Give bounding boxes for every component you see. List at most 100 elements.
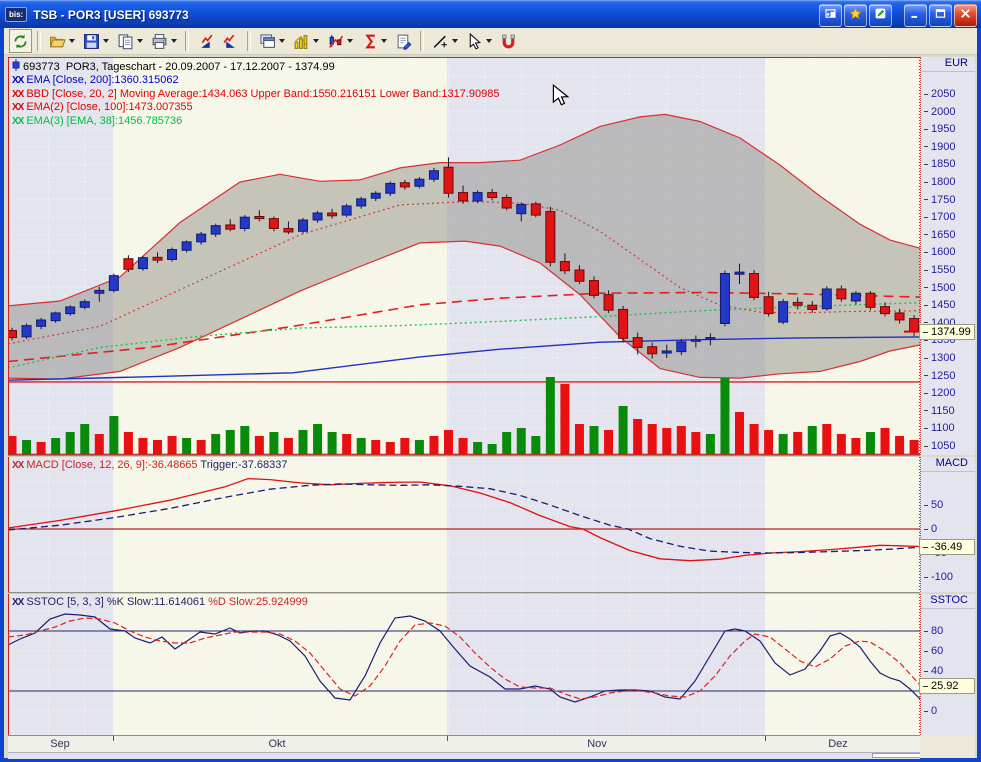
candlestick	[763, 296, 774, 315]
tick-dash	[923, 331, 928, 333]
candlestick	[137, 257, 148, 270]
dropdown-arrow-icon[interactable]	[347, 39, 353, 43]
toolbar-separator	[185, 31, 189, 51]
pointer-button[interactable]	[463, 29, 495, 53]
candlestick	[268, 218, 279, 229]
candlestick	[690, 339, 701, 342]
dock-window-button[interactable]	[819, 4, 842, 27]
candlestick	[676, 341, 687, 353]
previous-chart-button[interactable]	[194, 29, 217, 53]
sstoc-panel[interactable]	[8, 594, 920, 735]
maximize-button[interactable]	[929, 4, 952, 27]
refresh-button[interactable]	[9, 29, 32, 53]
candlestick	[807, 304, 818, 310]
candlestick	[705, 337, 716, 340]
candlestick	[719, 273, 730, 325]
dropdown-arrow-icon[interactable]	[313, 39, 319, 43]
volume-bar	[138, 438, 148, 454]
candlestick	[530, 203, 541, 216]
edit-chart-button[interactable]	[869, 4, 892, 27]
last-price-value: 1374.99	[931, 326, 971, 338]
star-icon	[849, 6, 862, 25]
candlestick	[589, 280, 599, 296]
favorites-button[interactable]	[844, 4, 867, 27]
time-axis-tick	[765, 736, 766, 741]
month-band	[8, 457, 113, 592]
magnet-button[interactable]	[497, 29, 520, 53]
candlestick	[283, 227, 294, 233]
month-band	[113, 457, 447, 592]
price-axis-unit: EUR	[921, 57, 975, 72]
horizontal-scrollbar[interactable]	[8, 752, 921, 759]
candlestick	[749, 273, 760, 298]
dropdown-arrow-icon[interactable]	[137, 39, 143, 43]
signal-button[interactable]	[358, 29, 390, 53]
print-button[interactable]	[148, 29, 180, 53]
dropdown-arrow-icon[interactable]	[486, 39, 492, 43]
axis-tick-label: 1200	[924, 387, 955, 400]
candlestick	[254, 215, 265, 220]
candlestick	[225, 224, 236, 230]
volume-bar	[225, 430, 235, 454]
candlestick	[36, 319, 47, 327]
axis-tick-label: 0	[924, 523, 937, 536]
titlebar[interactable]: bis: TSB - POR3 [USER] 693773	[0, 0, 981, 28]
dropdown-arrow-icon[interactable]	[103, 39, 109, 43]
month-band	[765, 594, 920, 735]
macd-axis[interactable]: MACD -36.49 500-50-100	[919, 457, 975, 592]
volume-bar	[211, 434, 221, 454]
volume-bar	[240, 426, 250, 454]
volume-bar	[371, 440, 381, 454]
axis-tick-label: 1650	[924, 228, 955, 241]
toolbar	[4, 28, 977, 55]
dropdown-arrow-icon[interactable]	[452, 39, 458, 43]
dropdown-arrow-icon[interactable]	[69, 39, 75, 43]
axis-tick-label: -100	[924, 571, 953, 584]
candlestick	[909, 318, 920, 333]
volume-bar	[502, 432, 512, 454]
open-button[interactable]	[46, 29, 78, 53]
volume-bar	[254, 436, 264, 454]
axis-tick-label: 60	[924, 645, 943, 658]
volume-bar	[545, 377, 555, 454]
draw-line-button[interactable]	[429, 29, 461, 53]
copy-button[interactable]	[114, 29, 146, 53]
candlestick	[734, 271, 745, 275]
indicator-button[interactable]	[324, 29, 356, 53]
volume-bar	[8, 436, 17, 454]
price-axis[interactable]: EUR 1374.99 2050 2000 1950 1900 1850 1800 1750…	[919, 57, 975, 455]
axis-tick-label: 1550	[924, 264, 955, 277]
line-tool-icon	[432, 33, 449, 50]
dropdown-arrow-icon[interactable]	[279, 39, 285, 43]
template-button[interactable]	[392, 29, 415, 53]
axis-tick-label: 1900	[924, 140, 955, 153]
dropdown-arrow-icon[interactable]	[171, 39, 177, 43]
volume-bar	[836, 434, 846, 454]
macd-panel[interactable]	[8, 457, 920, 592]
save-button[interactable]	[80, 29, 112, 53]
volume-bar	[196, 440, 206, 454]
candlestick	[414, 178, 425, 187]
timeframe-button[interactable]	[290, 29, 322, 53]
minimize-button[interactable]	[904, 4, 927, 27]
sstoc-axis[interactable]: SSTOC 25.92 806040200	[919, 594, 975, 735]
dropdown-arrow-icon[interactable]	[381, 39, 387, 43]
volume-bar	[909, 440, 919, 454]
new-chart-window-button[interactable]	[256, 29, 288, 53]
volume-bar	[662, 428, 672, 454]
macd-current-value: -36.49	[931, 541, 963, 553]
candlestick	[399, 182, 410, 188]
next-chart-button[interactable]	[219, 29, 242, 53]
volume-bar	[618, 406, 628, 454]
axis-tick-label: 1050	[924, 440, 955, 453]
candlestick	[239, 216, 250, 229]
volume-bar	[51, 438, 61, 454]
volume-bar	[283, 438, 293, 454]
close-button[interactable]	[954, 4, 977, 27]
candlestick	[880, 306, 890, 315]
scrollbar-thumb[interactable]	[872, 753, 921, 758]
price-chart-panel[interactable]	[8, 57, 920, 455]
volume-bar	[385, 442, 395, 454]
volume-bar	[80, 424, 90, 454]
candlestick	[603, 294, 614, 311]
